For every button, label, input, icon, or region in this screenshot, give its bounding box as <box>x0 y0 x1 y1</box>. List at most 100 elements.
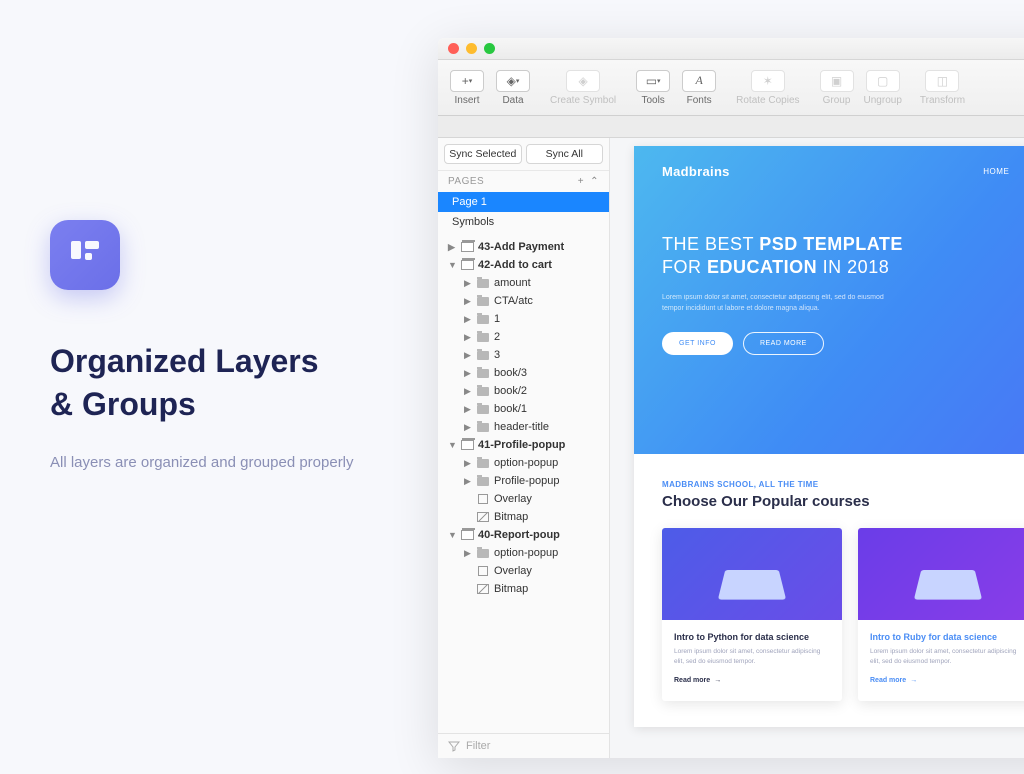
hero-headline-1: THE BEST PSD TEMPLATE <box>662 234 1024 255</box>
minimize-window-button[interactable] <box>466 43 477 54</box>
chevron-right-icon[interactable]: ▶ <box>464 332 472 343</box>
artboard-icon <box>460 241 474 253</box>
layer-row[interactable]: ▶ CTA/atc <box>438 292 609 310</box>
layer-row[interactable]: ▶Profile-popup <box>438 472 609 490</box>
insert-button[interactable]: +▾ Insert <box>448 70 486 106</box>
collapse-pages-icon[interactable]: ⌃ <box>590 176 599 187</box>
chevron-right-icon[interactable]: ▶ <box>464 278 472 289</box>
layer-row[interactable]: ▶3 <box>438 346 609 364</box>
folder-icon <box>476 367 490 379</box>
layer-row[interactable]: ▶book/3 <box>438 364 609 382</box>
ungroup-button[interactable]: ▢ Ungroup <box>864 70 902 106</box>
layer-row[interactable]: ▶1 <box>438 310 609 328</box>
folder-icon <box>476 457 490 469</box>
sync-all-button[interactable]: Sync All <box>526 144 604 164</box>
hero-lorem: Lorem ipsum dolor sit amet, consectetur … <box>662 292 892 314</box>
document-tabbar: UI Kit.s <box>438 116 1024 138</box>
chevron-down-icon[interactable]: ▼ <box>448 260 456 270</box>
layer-row[interactable]: Overlay <box>438 562 609 580</box>
layer-name: 43-Add Payment <box>478 241 564 253</box>
add-page-icon[interactable]: + <box>578 176 584 187</box>
chevron-down-icon[interactable]: ▼ <box>448 530 456 540</box>
hero-section: Madbrains HOMEPAGEPROJECTBLOG THE BEST P… <box>634 146 1024 454</box>
layer-row[interactable]: ▶2 <box>438 328 609 346</box>
get-info-button[interactable]: GET INFO <box>662 332 733 355</box>
chevron-right-icon[interactable]: ▶ <box>464 458 472 469</box>
image-icon <box>476 511 490 523</box>
section-eyebrow: MADBRAINS SCHOOL, ALL THE TIME <box>662 480 1024 489</box>
course-card-ruby[interactable]: Intro to Ruby for data science Lorem ips… <box>858 528 1024 701</box>
chevron-right-icon[interactable]: ▶ <box>464 548 472 559</box>
close-window-button[interactable] <box>448 43 459 54</box>
layer-row[interactable]: ▶ header-title <box>438 418 609 436</box>
chevron-right-icon[interactable]: ▶ <box>464 422 472 433</box>
layer-row[interactable]: ▼41-Profile-popup <box>438 436 609 454</box>
layer-name: amount <box>494 277 531 289</box>
course-title: Intro to Python for data science <box>674 632 830 642</box>
promo-heading: Organized Layers & Groups <box>50 340 400 426</box>
chevron-right-icon[interactable]: ▶ <box>464 368 472 379</box>
chevron-down-icon[interactable]: ▼ <box>448 440 456 450</box>
layer-name: Overlay <box>494 565 532 577</box>
rectangle-icon <box>476 565 490 577</box>
nav-link[interactable]: HOME <box>983 167 1009 176</box>
chevron-right-icon[interactable]: ▶ <box>464 476 472 487</box>
promo-subtext: All layers are organized and grouped pro… <box>50 450 400 476</box>
data-button[interactable]: ◈▾ Data <box>494 70 532 106</box>
create-symbol-button[interactable]: ◈ Create Symbol <box>550 70 616 106</box>
page-item[interactable]: Symbols <box>438 212 609 232</box>
course-image <box>662 528 842 620</box>
layer-row[interactable]: ▶option-popup <box>438 454 609 472</box>
promo-panel: Organized Layers & Groups All layers are… <box>50 220 400 476</box>
layer-row[interactable]: Bitmap <box>438 580 609 598</box>
chevron-right-icon[interactable]: ▶ <box>464 296 472 307</box>
layer-row[interactable]: ▶option-popup <box>438 544 609 562</box>
layer-row[interactable]: ▶ 43-Add Payment <box>438 238 609 256</box>
arrow-right-icon: → <box>910 677 917 684</box>
folder-icon <box>476 277 490 289</box>
sync-selected-button[interactable]: Sync Selected <box>444 144 522 164</box>
rotate-copies-button[interactable]: ✶ Rotate Copies <box>736 70 799 106</box>
page-item[interactable]: Page 1 <box>438 192 609 212</box>
layers-sidebar: Sync Selected Sync All PAGES + ⌃ Page 1S… <box>438 138 610 758</box>
chevron-right-icon[interactable]: ▶ <box>464 386 472 397</box>
design-canvas[interactable]: Madbrains HOMEPAGEPROJECTBLOG THE BEST P… <box>610 138 1024 758</box>
layer-row[interactable]: ▼40-Report-poup <box>438 526 609 544</box>
chevron-right-icon[interactable]: ▶ <box>448 242 456 253</box>
brand-logo[interactable]: Madbrains <box>662 164 730 179</box>
layer-row[interactable]: ▼42-Add to cart <box>438 256 609 274</box>
layer-row[interactable]: Overlay <box>438 490 609 508</box>
layer-name: book/2 <box>494 385 527 397</box>
folder-icon <box>476 313 490 325</box>
tools-button[interactable]: ▭▾ Tools <box>634 70 672 106</box>
layer-row[interactable]: ▶ book/2 <box>438 382 609 400</box>
courses-section: MADBRAINS SCHOOL, ALL THE TIME Choose Ou… <box>634 454 1024 727</box>
layer-row[interactable]: ▶ amount <box>438 274 609 292</box>
chevron-right-icon[interactable]: ▶ <box>464 350 472 361</box>
maximize-window-button[interactable] <box>484 43 495 54</box>
rectangle-icon <box>476 493 490 505</box>
course-read-more[interactable]: Read more→ <box>674 677 721 684</box>
read-more-button[interactable]: READ MORE <box>743 332 824 355</box>
sidebar-filter[interactable]: Filter <box>438 733 609 758</box>
pages-header: PAGES + ⌃ <box>438 171 609 192</box>
layer-row[interactable]: ▶book/1 <box>438 400 609 418</box>
transform-button[interactable]: ◫ Transform <box>920 70 965 106</box>
layer-name: header-title <box>494 421 549 433</box>
group-button[interactable]: ▣ Group <box>818 70 856 106</box>
filter-icon <box>448 740 460 752</box>
course-card-python[interactable]: Intro to Python for data science Lorem i… <box>662 528 842 701</box>
layer-name: Bitmap <box>494 511 528 523</box>
layers-list: ▶ 43-Add Payment ▼42-Add to cart ▶ amount ▶ CT… <box>438 232 609 733</box>
layer-row[interactable]: Bitmap <box>438 508 609 526</box>
arrow-right-icon: → <box>714 677 721 684</box>
layer-name: CTA/atc <box>494 295 533 307</box>
chevron-right-icon[interactable]: ▶ <box>464 404 472 415</box>
traffic-lights <box>448 43 495 54</box>
chevron-right-icon[interactable]: ▶ <box>464 314 472 325</box>
folder-icon <box>476 349 490 361</box>
course-image <box>858 528 1024 620</box>
fonts-button[interactable]: A Fonts <box>680 70 718 106</box>
course-read-more[interactable]: Read more→ <box>870 677 917 684</box>
course-desc: Lorem ipsum dolor sit amet, consectetur … <box>674 647 830 667</box>
